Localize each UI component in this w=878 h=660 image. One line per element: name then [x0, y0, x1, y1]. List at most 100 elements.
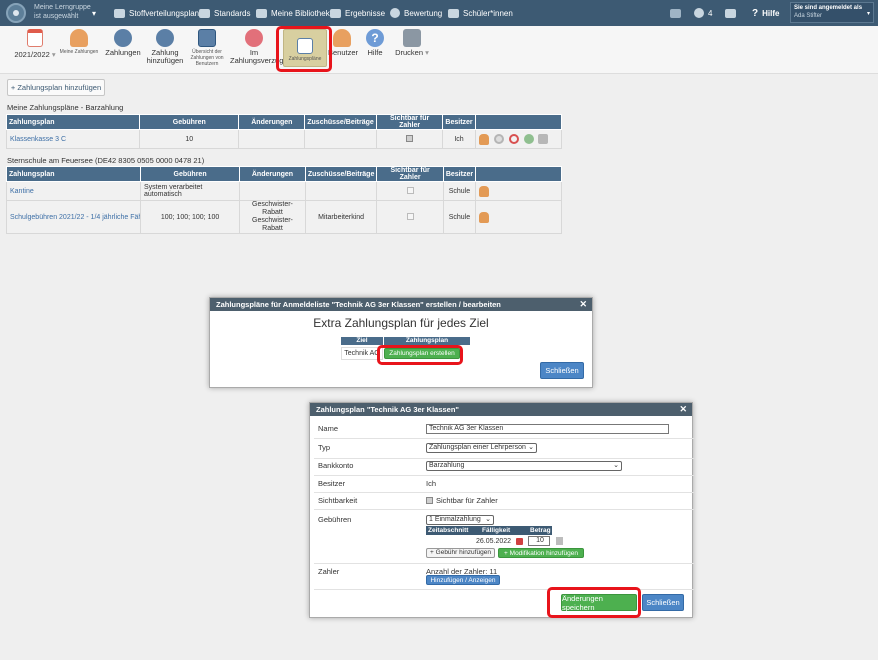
clock-icon[interactable] — [508, 134, 519, 144]
toolbar-add-payment[interactable]: Zahlung hinzufügen — [146, 29, 184, 65]
user-icon[interactable] — [479, 185, 490, 197]
owner-value: Ich — [426, 479, 437, 488]
user-menu[interactable]: Sie sind angemeldet als Ada Stifter ▾ — [790, 2, 874, 23]
toolbar-label: Zahlung hinzufügen — [146, 48, 184, 65]
toolbar-overdue[interactable]: Im Zahlungsverzug — [230, 29, 283, 65]
fees-label: Gebühren — [318, 515, 352, 524]
toolbar-users[interactable]: Benutzer — [328, 29, 358, 57]
due-date-input[interactable]: 26.05.2022 — [476, 538, 511, 545]
visible-cell — [376, 200, 444, 234]
col-header: Sichtbar für Zahler — [376, 166, 444, 182]
actions-cell — [475, 181, 562, 201]
button-label: Hinzufügen / Anzeigen — [430, 576, 496, 584]
help-link[interactable]: ? Hilfe — [752, 0, 779, 26]
divider — [314, 563, 694, 564]
highlight-toolbar-plans — [276, 26, 332, 72]
highlight-save-changes — [547, 587, 641, 618]
mail-icon[interactable] — [725, 0, 736, 26]
printer-icon — [403, 29, 421, 47]
changes-cell — [239, 181, 306, 201]
col-header: Zeitabschnitt — [428, 527, 469, 534]
close-button[interactable]: Schließen — [540, 362, 584, 379]
group-line1: Meine Lerngruppe — [34, 4, 91, 11]
owner-cell: Schule — [442, 200, 477, 234]
plan-name-link[interactable]: Klassenkasse 3 C — [5, 129, 141, 149]
close-icon[interactable]: ✕ — [679, 403, 687, 416]
chevron-down-icon[interactable]: ▾ — [92, 0, 96, 26]
nav-label: Schüler*innen — [463, 8, 513, 18]
calendar-icon[interactable] — [516, 538, 523, 545]
changes-cell — [238, 129, 306, 149]
apps-icon[interactable] — [670, 0, 681, 26]
table-row[interactable]: Kantine System verarbeitet automatisch S… — [6, 181, 562, 201]
close-icon[interactable]: ✕ — [579, 298, 587, 311]
user-icon[interactable] — [479, 211, 490, 223]
name-input[interactable]: Technik AG 3er Klassen — [426, 424, 669, 434]
type-select[interactable]: Zahlungsplan einer Lehrperson ⌄ — [426, 443, 537, 453]
school-plans-table: Zahlungsplan Gebühren Änderungen Zuschüs… — [6, 166, 562, 234]
toolbar-label: Meine Zahlungen — [59, 49, 99, 55]
table-row[interactable]: Klassenkasse 3 C 10 Ich — [5, 129, 563, 149]
fees-select[interactable]: 1 Einmalzahlung ⌄ — [426, 515, 494, 525]
nav-schueler[interactable]: Schüler*innen — [448, 0, 513, 26]
nav-label: Standards — [214, 8, 251, 18]
close-button[interactable]: Schließen — [642, 594, 684, 611]
visibility-option[interactable]: Sichtbar für Zahler — [426, 496, 498, 505]
visible-checkbox[interactable] — [406, 135, 414, 143]
toolbar-help[interactable]: ? Hilfe — [364, 29, 386, 57]
amount-input[interactable]: 10 — [528, 536, 550, 546]
add-fee-button[interactable]: + Gebühr hinzufügen — [426, 548, 495, 558]
toolbar-payments[interactable]: Zahlungen — [104, 29, 142, 57]
visibility-checkbox[interactable] — [426, 497, 433, 504]
year-selector[interactable]: 2021/2022 ▾ — [12, 29, 58, 59]
toolbar-overview[interactable]: Übersicht der Zahlungen von Benutzern — [188, 29, 226, 67]
money-icon[interactable] — [523, 134, 534, 144]
highlight-create-plan — [377, 345, 463, 365]
add-modification-button[interactable]: + Modifikation hinzufügen — [498, 548, 584, 558]
trash-icon[interactable] — [538, 134, 549, 144]
person-icon — [333, 29, 351, 47]
toolbar-my-payments[interactable]: Meine Zahlungen — [58, 29, 100, 55]
euro-sheet-icon — [198, 29, 216, 47]
divider — [314, 509, 694, 510]
col-header: Änderungen — [239, 166, 306, 182]
toolbar-print[interactable]: Drucken ▾ — [392, 29, 432, 57]
nav-standards[interactable]: Standards — [199, 0, 250, 26]
chevron-down-icon: ⌄ — [613, 462, 619, 469]
nav-label: Meine Bibliothek — [271, 8, 330, 18]
nav-bewertung[interactable]: Bewertung — [390, 0, 442, 26]
trash-icon[interactable] — [556, 537, 563, 545]
table-row[interactable]: Schulgebühren 2021/22 - 1/4 jährliche Fä… — [6, 200, 562, 234]
plan-name-link[interactable]: Kantine — [6, 181, 141, 201]
dialog-heading: Extra Zahlungsplan für jedes Ziel — [313, 316, 489, 330]
button-label: + Modifikation hinzufügen — [504, 549, 578, 557]
col-header: Besitzer — [442, 114, 476, 130]
add-payment-plan-button[interactable]: + Zahlungsplan hinzufügen — [7, 79, 105, 96]
select-value: 1 Einmalzahlung — [429, 516, 481, 523]
apps-glyph — [670, 8, 681, 18]
col-header-goal: Ziel — [341, 337, 383, 345]
overdue-bag-icon — [245, 29, 263, 47]
col-header: Zuschüsse/Beiträge — [304, 114, 377, 130]
cash-plans-table: Zahlungsplan Gebühren Änderungen Zuschüs… — [5, 114, 563, 149]
toolbar-label: Drucken — [395, 48, 424, 57]
group-selector[interactable]: Meine Lerngruppe ist ausgewählt — [34, 3, 91, 21]
app-logo[interactable] — [6, 3, 26, 23]
user-icon[interactable] — [478, 133, 489, 145]
bank-select[interactable]: Barzahlung ⌄ — [426, 461, 622, 471]
nav-stoffverteilungsplan[interactable]: Stoffverteilungsplan — [114, 0, 199, 26]
plan-name-link[interactable]: Schulgebühren 2021/22 - 1/4 jährliche Fä… — [6, 200, 141, 234]
nav-ergebnisse[interactable]: Ergebnisse — [330, 0, 385, 26]
nav-bibliothek[interactable]: Meine Bibliothek — [256, 0, 330, 26]
section-title-cash: Meine Zahlungspläne - Barzahlung — [7, 103, 124, 112]
chevron-down-icon: ▾ — [866, 11, 870, 17]
payers-label: Zahler — [318, 567, 340, 576]
settings-icon[interactable] — [493, 134, 504, 144]
add-show-payers-button[interactable]: Hinzufügen / Anzeigen — [426, 575, 500, 585]
name-label: Name — [318, 424, 339, 433]
chevron-down-icon: ⌄ — [485, 516, 491, 523]
messages-icon[interactable]: 4 — [694, 0, 712, 26]
results-icon — [330, 8, 341, 18]
section-title-school: Sternschule am Feuersee (DE42 8305 0505 … — [7, 156, 205, 165]
col-header: Zahlungsplan — [6, 166, 141, 182]
